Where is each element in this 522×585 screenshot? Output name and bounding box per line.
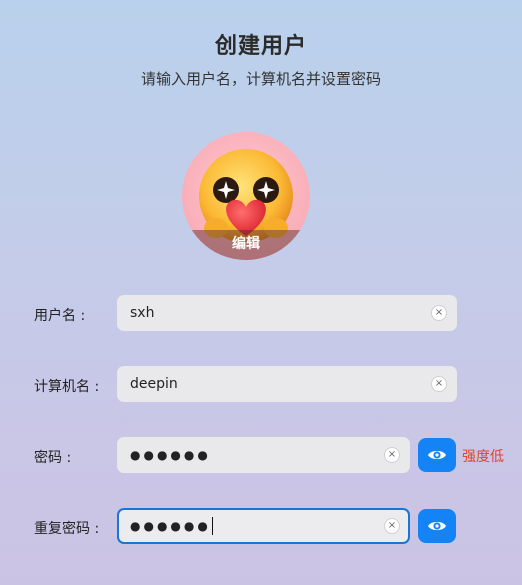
page-subtitle: 请输入用户名，计算机名并设置密码 — [140, 70, 381, 88]
text-caret — [211, 517, 213, 535]
hostname-field[interactable]: deepin × — [117, 366, 457, 402]
confirm-password-field[interactable]: ●●●●●● × — [117, 508, 410, 544]
confirm-password-value: ●●●●●● — [130, 519, 211, 533]
hostname-label: 计算机名 : — [34, 379, 100, 395]
avatar-edit-button[interactable]: 编辑 — [182, 230, 310, 260]
confirm-password-clear-icon[interactable]: × — [384, 518, 400, 534]
username-value: sxh — [130, 305, 155, 321]
username-field[interactable]: sxh × — [117, 295, 457, 331]
password-strength-label: 强度低 — [462, 449, 504, 465]
confirm-password-show-button[interactable] — [418, 509, 456, 543]
eye-icon — [428, 450, 446, 460]
hostname-clear-icon[interactable]: × — [431, 376, 447, 392]
page-title: 创建用户 — [214, 34, 307, 59]
eye-icon — [428, 521, 446, 531]
password-clear-icon[interactable]: × — [384, 447, 400, 463]
password-field[interactable]: ●●●●●● × — [117, 437, 410, 473]
password-show-button[interactable] — [418, 438, 456, 472]
username-label: 用户名 : — [34, 308, 86, 324]
confirm-password-label: 重复密码 : — [34, 521, 100, 537]
password-value: ●●●●●● — [130, 448, 211, 462]
password-label: 密码 : — [34, 450, 72, 466]
username-clear-icon[interactable]: × — [431, 305, 447, 321]
confirm-password-value-wrap: ●●●●●● — [130, 510, 213, 542]
avatar[interactable]: 编辑 — [182, 132, 310, 260]
hostname-value: deepin — [130, 376, 178, 392]
